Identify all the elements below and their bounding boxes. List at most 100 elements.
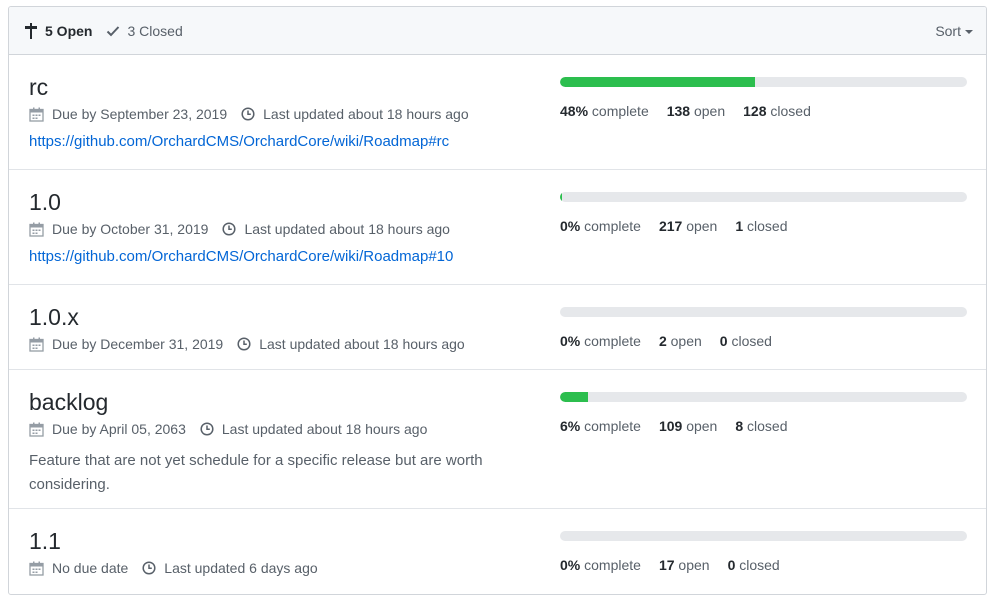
- due-date: Due by October 31, 2019: [29, 221, 208, 237]
- last-updated-text: Last updated about 18 hours ago: [221, 421, 428, 437]
- milestone-progress: 6% complete 109 open 8 closed: [560, 392, 967, 434]
- milestone-meta: Due by December 31, 2019 Last updated abo…: [29, 336, 465, 352]
- open-issues-label: open: [686, 218, 718, 234]
- milestone-title[interactable]: backlog: [29, 388, 108, 416]
- milestones-header: 5 Open 3 Closed Sort: [9, 7, 986, 55]
- open-issues-count[interactable]: 2 open: [659, 333, 702, 349]
- calendar-icon: [29, 561, 44, 576]
- due-date: No due date: [29, 560, 128, 576]
- milestone-meta: Due by September 23, 2019 Last updated ab…: [29, 106, 469, 122]
- percent-complete: 0% complete: [560, 557, 641, 573]
- percent-complete-value: 0%: [560, 557, 581, 573]
- progress-bar-fill: [560, 392, 589, 402]
- due-date-text: Due by September 23, 2019: [52, 106, 228, 122]
- caret-down-icon: [965, 29, 973, 34]
- last-updated: Last updated about 18 hours ago: [237, 336, 465, 352]
- milestone-progress: 48% complete 138 open 128 closed: [560, 77, 967, 119]
- open-issues-value: 138: [666, 103, 691, 119]
- milestone-progress: 0% complete 2 open 0 closed: [560, 307, 967, 349]
- closed-issues-value: 0: [727, 557, 736, 573]
- calendar-icon: [29, 222, 44, 237]
- clock-icon: [237, 337, 251, 351]
- calendar-icon: [29, 337, 44, 352]
- clock-icon: [241, 107, 255, 121]
- progress-bar: [560, 531, 967, 541]
- closed-issues-label: closed: [739, 557, 780, 573]
- open-issues-value: 109: [658, 418, 683, 434]
- percent-complete-label: complete: [584, 418, 641, 434]
- milestone-description: Feature that are not yet schedule for a …: [29, 452, 483, 493]
- open-issues-count[interactable]: 217 open: [659, 218, 717, 234]
- open-issues-count[interactable]: 138 open: [667, 103, 725, 119]
- closed-issues-count[interactable]: 0 closed: [728, 557, 780, 573]
- last-updated-text: Last updated about 18 hours ago: [263, 106, 469, 122]
- last-updated: Last updated about 18 hours ago: [200, 421, 428, 437]
- percent-complete-value: 0%: [560, 333, 581, 349]
- percent-complete: 6% complete: [560, 418, 641, 434]
- milestone-stats: 0% complete 217 open 1 closed: [560, 218, 967, 234]
- last-updated: Last updated 6 days ago: [142, 560, 318, 576]
- milestone-stats: 0% complete 17 open 0 closed: [560, 557, 967, 573]
- due-date-text: Due by October 31, 2019: [52, 221, 209, 237]
- milestone-progress: 0% complete 17 open 0 closed: [560, 531, 967, 573]
- open-milestones-tab[interactable]: 5 Open: [24, 22, 93, 39]
- progress-bar: [560, 392, 967, 402]
- open-issues-count[interactable]: 17 open: [659, 557, 710, 573]
- closed-issues-label: closed: [770, 103, 811, 119]
- milestone-stats: 0% complete 2 open 0 closed: [560, 333, 967, 349]
- closed-issues-count[interactable]: 128 closed: [743, 103, 811, 119]
- milestone-row: 1.1 No due date Last updated 6 days ago 0% …: [9, 509, 986, 593]
- open-issues-label: open: [678, 557, 710, 573]
- closed-issues-label: closed: [747, 218, 788, 234]
- last-updated-text: Last updated about 18 hours ago: [244, 221, 450, 237]
- milestone-description-link[interactable]: https://github.com/OrchardCMS/OrchardCor…: [29, 248, 453, 265]
- milestone-progress: 0% complete 217 open 1 closed: [560, 192, 967, 234]
- closed-issues-value: 1: [735, 218, 744, 234]
- percent-complete-label: complete: [584, 557, 641, 573]
- closed-issues-value: 8: [735, 418, 744, 434]
- closed-issues-label: closed: [747, 418, 788, 434]
- due-date-text: Due by December 31, 2019: [52, 336, 224, 352]
- percent-complete: 0% complete: [560, 333, 641, 349]
- check-icon: [107, 25, 120, 36]
- percent-complete: 48% complete: [560, 103, 649, 119]
- milestone-stats: 6% complete 109 open 8 closed: [560, 418, 967, 434]
- percent-complete-value: 48%: [560, 103, 589, 119]
- milestone-title[interactable]: 1.0.x: [29, 303, 79, 331]
- percent-complete-label: complete: [584, 333, 641, 349]
- milestone-title[interactable]: 1.0: [29, 188, 61, 216]
- clock-icon: [142, 561, 156, 575]
- milestone-meta: Due by October 31, 2019 Last updated abou…: [29, 221, 450, 237]
- last-updated: Last updated about 18 hours ago: [241, 106, 469, 122]
- open-issues-label: open: [693, 103, 726, 119]
- milestone-stats: 48% complete 138 open 128 closed: [560, 103, 967, 119]
- last-updated: Last updated about 18 hours ago: [222, 221, 450, 237]
- closed-issues-count[interactable]: 0 closed: [720, 333, 772, 349]
- closed-milestones-tab[interactable]: 3 Closed: [106, 23, 183, 39]
- closed-issues-count[interactable]: 8 closed: [735, 418, 787, 434]
- milestone-description-link[interactable]: https://github.com/OrchardCMS/OrchardCor…: [29, 133, 449, 150]
- milestone-meta: Due by April 05, 2063 Last updated about …: [29, 421, 427, 437]
- milestone-icon: [25, 22, 37, 39]
- progress-bar-fill: [560, 192, 563, 202]
- progress-bar: [560, 307, 967, 317]
- closed-issues-value: 128: [743, 103, 767, 119]
- milestones-box: 5 Open 3 Closed Sort rc Due by September …: [8, 6, 987, 595]
- closed-issues-label: closed: [731, 333, 772, 349]
- percent-complete-label: complete: [584, 218, 641, 234]
- milestone-row: 1.0 Due by October 31, 2019 Last updated a…: [9, 170, 986, 285]
- due-date: Due by April 05, 2063: [29, 421, 186, 437]
- closed-issues-count[interactable]: 1 closed: [735, 218, 787, 234]
- last-updated-text: Last updated 6 days ago: [164, 560, 318, 576]
- due-date-text: No due date: [52, 560, 129, 576]
- milestone-meta: No due date Last updated 6 days ago: [29, 560, 318, 576]
- last-updated-text: Last updated about 18 hours ago: [259, 336, 465, 352]
- sort-label: Sort: [935, 22, 961, 39]
- open-milestones-label: 5 Open: [45, 22, 93, 39]
- sort-dropdown[interactable]: Sort: [935, 23, 973, 39]
- milestone-title[interactable]: 1.1: [29, 527, 61, 555]
- open-issues-count[interactable]: 109 open: [659, 418, 717, 434]
- progress-bar-fill: [560, 77, 756, 87]
- open-issues-value: 217: [658, 218, 683, 234]
- milestone-title[interactable]: rc: [29, 73, 48, 101]
